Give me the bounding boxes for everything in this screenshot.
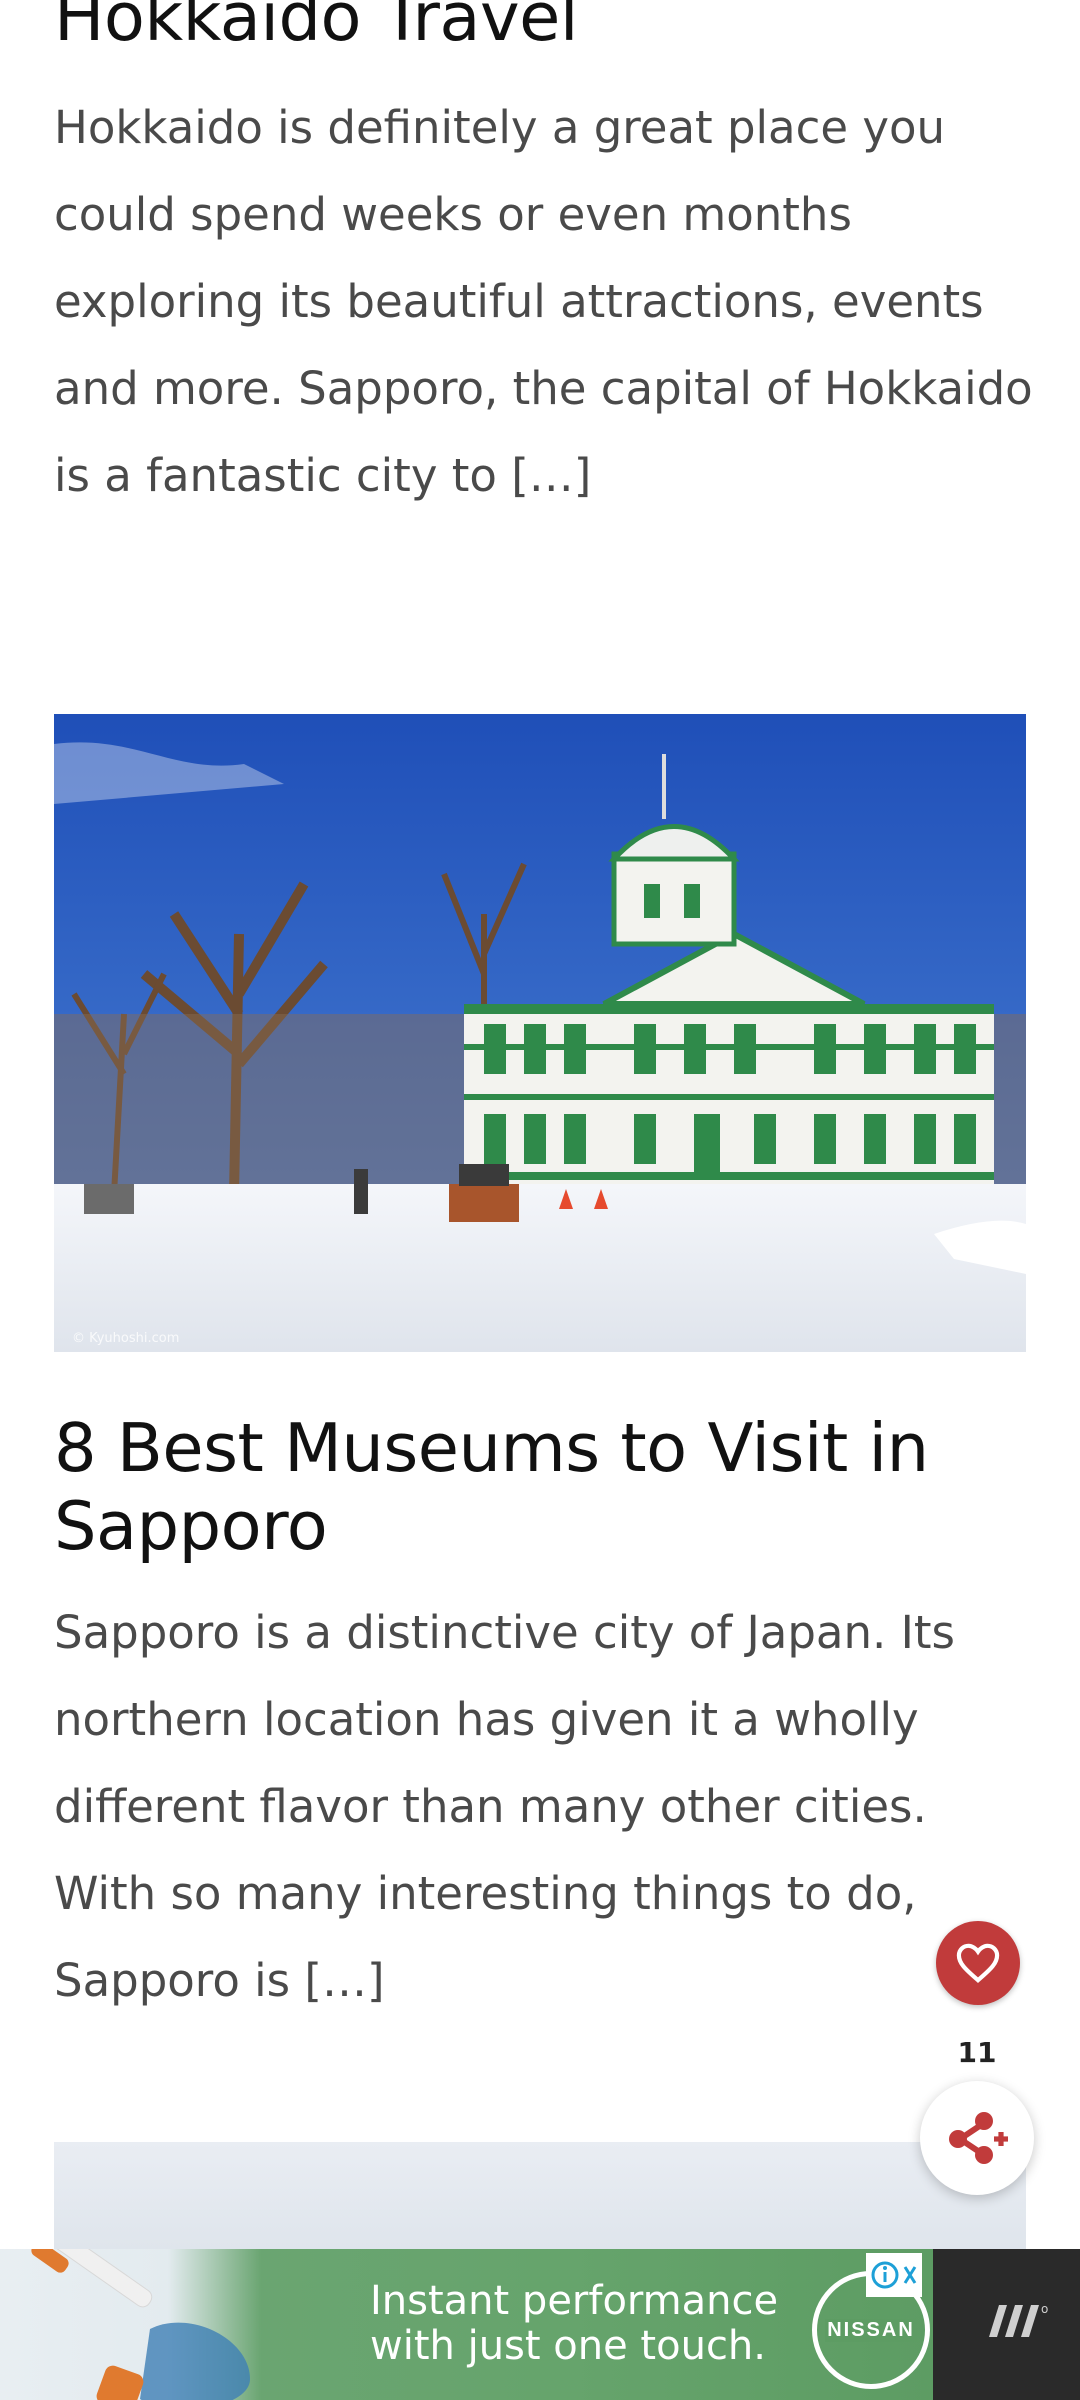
ad-headline-line2: with just one touch. [370, 2323, 766, 2369]
article-thumbnail[interactable]: © Kyuhoshi.com [54, 714, 1026, 1352]
article-title[interactable]: 8 Best Museums to Visit in Sapporo [54, 1409, 1026, 1565]
article-excerpt: Sapporo is a distinctive city of Japan. … [54, 1606, 955, 2007]
ad-product-illustration [31, 2249, 250, 2400]
share-count: 11 [957, 2035, 997, 2069]
image-watermark: © Kyuhoshi.com [72, 1331, 179, 1346]
heart-icon [956, 1943, 1000, 1983]
article-hokkaido-travel: Hokkaido Travel Hokkaido is definitely a… [54, 0, 1033, 519]
article-museums-sapporo: 8 Best Museums to Visit in Sapporo Sappo… [54, 1409, 1026, 2024]
ad-choices-badge[interactable] [866, 2253, 922, 2297]
nissan-logo-text: NISSAN [825, 2318, 917, 2342]
ad-banner[interactable]: Instant performance with just one touch.… [0, 2249, 1080, 2400]
ad-info-icon [871, 2261, 917, 2289]
ad-creative[interactable]: Instant performance with just one touch.… [0, 2249, 933, 2400]
article-excerpt: Hokkaido is definitely a great place you… [54, 101, 1033, 502]
ad-headline-line1: Instant performance [370, 2278, 779, 2324]
article-title[interactable]: Hokkaido Travel [54, 0, 1026, 56]
museum-photo: © Kyuhoshi.com [54, 714, 1026, 1352]
mediavine-logo-icon: o [989, 2302, 1048, 2337]
share-button[interactable] [920, 2081, 1034, 2195]
share-plus-icon [949, 2112, 1008, 2164]
ad-headline: Instant performance with just one touch. [370, 2279, 778, 2369]
next-article-thumbnail[interactable] [54, 2142, 1026, 2249]
svg-text:o: o [1041, 2302, 1048, 2316]
ad-network-panel[interactable]: o [933, 2249, 1080, 2400]
like-button[interactable] [936, 1921, 1020, 2005]
